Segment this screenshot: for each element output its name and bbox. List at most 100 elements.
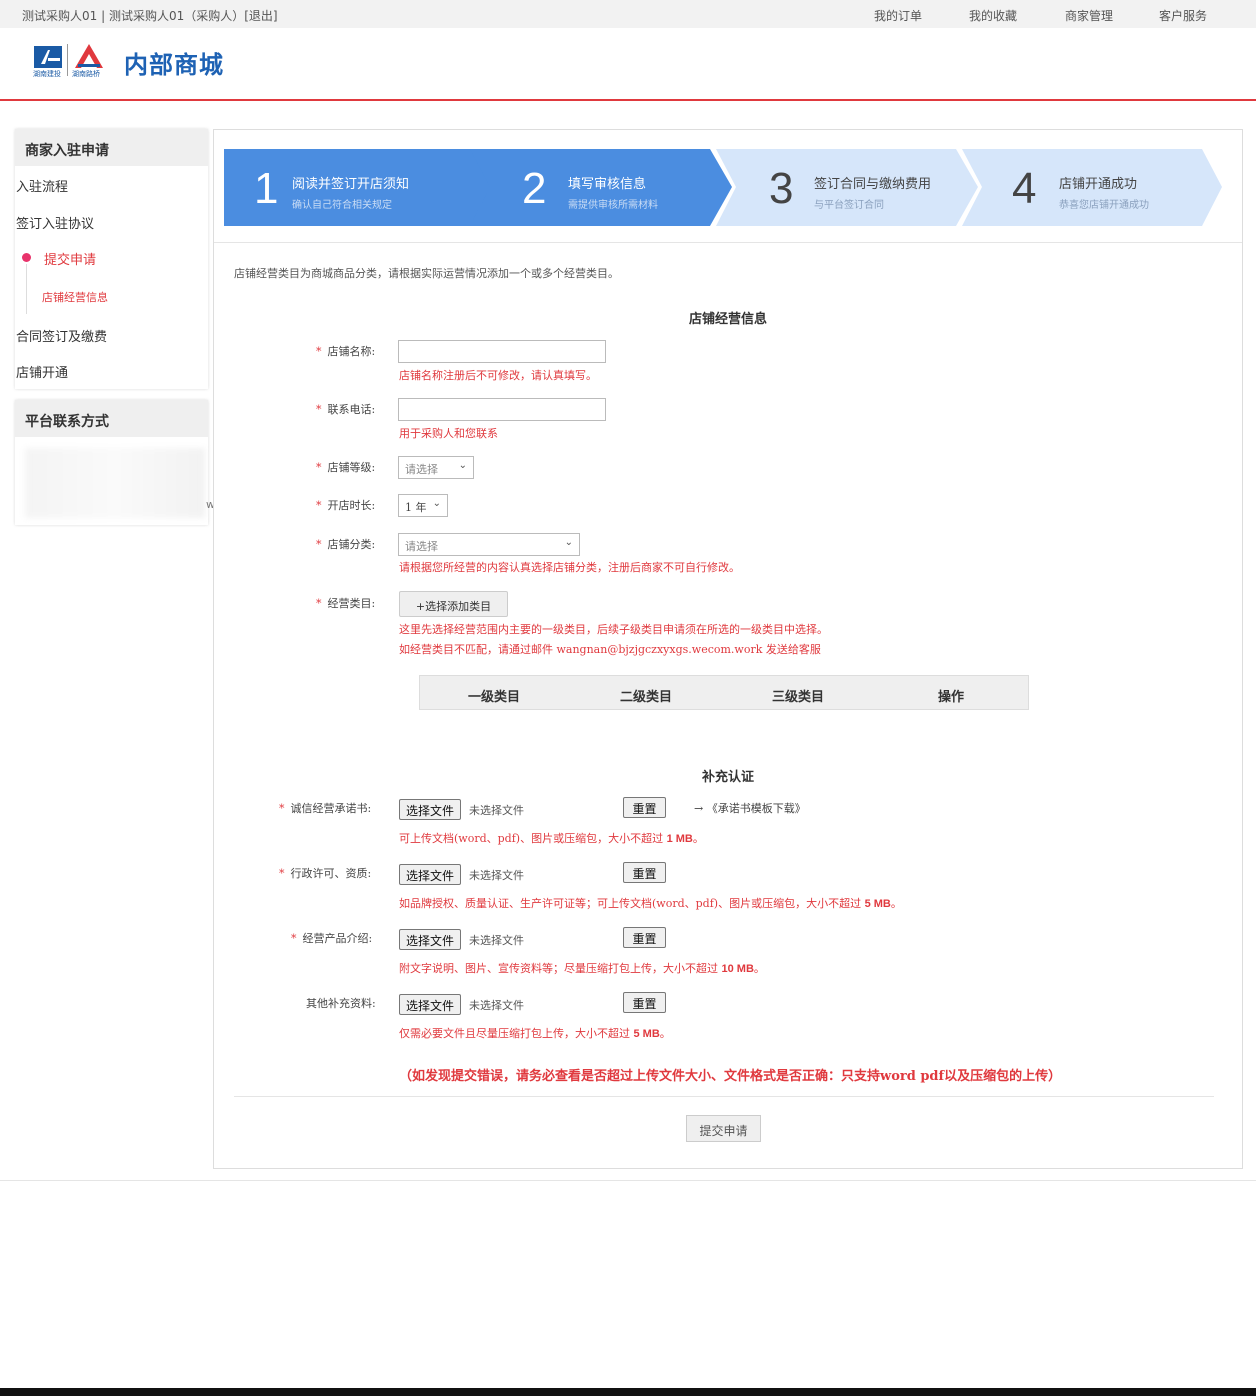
top-bar: 测试采购人01 | 测试采购人01（采购人）[退出] 我的订单 我的收藏 商家管… [0,0,1256,28]
step-4-title: 店铺开通成功 [1059,177,1138,192]
step-3-sub: 与平台签订合同 [814,200,884,211]
product-intro-label: * 经营产品介绍: [291,932,373,945]
form-divider [234,1096,1214,1097]
duration-label: * 开店时长: [316,499,376,512]
required-mark: * [316,403,322,416]
step-4-num: 4 [1012,164,1037,213]
product-intro-reset-button[interactable]: 重置 [623,927,666,948]
step-3-num: 3 [769,164,794,213]
biz-category-label: * 经营类目: [316,597,376,610]
shop-name-label: * 店铺名称: [316,345,376,358]
brand-title[interactable]: 内部商城 [124,45,224,80]
commitment-reset-button[interactable]: 重置 [623,797,666,818]
header: 湖南建投 湖南路桥 内部商城 [0,28,1256,101]
other-docs-no-file: 未选择文件 [469,999,524,1012]
menu-timeline [26,264,27,314]
chevron-down-icon: ⌄ [458,460,467,471]
category-table-header: 一级类目 二级类目 三级类目 操作 [419,675,1029,710]
biz-category-hint-1: 这里先选择经营范围内主要的一级类目，后续子级类目申请须在所选的一级类目中选择。 [399,623,828,636]
nav-merchant-manage[interactable]: 商家管理 [1065,7,1113,24]
step-3-title: 签订合同与缴纳费用 [814,177,932,192]
sidebar-apply-card: 商家入驻申请 入驻流程 签订入驻协议 提交申请 店铺经营信息 合同签订及缴费 店… [15,129,208,389]
menu-item-process[interactable]: 入驻流程 [16,176,68,195]
required-mark: * [279,802,285,815]
menu-subitem-shop-info[interactable]: 店铺经营信息 [42,289,108,305]
col-action: 操作 [938,690,965,705]
product-intro-choose-file-button[interactable]: 选择文件 [399,929,462,950]
other-docs-label: 其他补充资料: [306,997,376,1010]
category-label: * 店铺分类: [316,538,376,551]
product-intro-no-file: 未选择文件 [469,934,524,947]
shop-name-input[interactable] [398,340,606,363]
phone-hint: 用于采购人和您联系 [399,427,498,440]
user-info[interactable]: 测试采购人01 | 测试采购人01（采购人）[退出] [22,7,278,24]
license-choose-file-button[interactable]: 选择文件 [399,864,462,885]
required-mark: * [316,499,322,512]
chevron-down-icon: ⌄ [564,537,573,548]
other-docs-choose-file-button[interactable]: 选择文件 [399,994,462,1015]
required-mark: * [316,538,322,551]
product-intro-hint: 附文字说明、图片、宣传资料等；尽量压缩打包上传，大小不超过 10 MB。 [399,962,765,975]
required-mark: * [316,345,322,358]
required-mark: * [316,597,322,610]
col-level2: 二级类目 [620,690,673,705]
level-select[interactable]: 请选择 ⌄ [398,456,474,479]
menu-item-contract-payment[interactable]: 合同签订及缴费 [16,326,107,345]
logo-divider [67,44,68,76]
license-no-file: 未选择文件 [469,869,524,882]
menu-item-submit-application[interactable]: 提交申请 [44,249,96,268]
phone-input[interactable] [398,398,606,421]
step-2-num: 2 [522,164,547,213]
sidebar-contact-card: 平台联系方式 [15,400,208,525]
step-1-num: 1 [254,164,279,213]
shop-info-title: 店铺经营信息 [688,312,767,327]
phone-label: * 联系电话: [316,403,376,416]
add-category-button[interactable]: +选择添加类目 [399,591,508,617]
bottom-bar [0,1388,1256,1396]
required-mark: * [316,461,322,474]
step-2-sub: 需提供审核所需材料 [568,200,658,211]
sidebar-apply-title: 商家入驻申请 [15,129,208,166]
step-1-title: 阅读并签订开店须知 [292,177,410,192]
logo1-caption: 湖南建投 [33,70,61,78]
category-hint: 请根据您所经营的内容认真选择店铺分类，注册后商家不可自行修改。 [399,561,740,574]
biz-category-hint-2: 如经营类目不匹配，请通过邮件 wangnan@bjzjgczxyxgs.weco… [399,643,821,656]
step-2-title: 填写审核信息 [568,177,647,192]
menu-item-sign-agreement[interactable]: 签订入驻协议 [16,213,94,232]
required-mark: * [279,867,285,880]
step-1-sub: 确认自己符合相关规定 [292,200,392,211]
required-mark: * [291,932,297,945]
upload-warning: （如发现提交错误，请务必查看是否超过上传文件大小、文件格式是否正确：只支持wor… [399,1069,1062,1084]
commitment-hint: 可上传文档(word、pdf)、图片或压缩包，大小不超过 1 MB。 [399,832,704,845]
other-docs-reset-button[interactable]: 重置 [623,992,666,1013]
shop-name-hint: 店铺名称注册后不可修改，请认真填写。 [399,369,597,382]
contact-blurred-area [25,448,205,518]
menu-item-shop-open[interactable]: 店铺开通 [16,362,68,381]
other-docs-hint: 仅需必要文件且尽量压缩打包上传，大小不超过 5 MB。 [399,1027,671,1040]
level-label: * 店铺等级: [316,461,376,474]
col-level1: 一级类目 [468,690,521,705]
step-4-sub: 恭喜您店铺开通成功 [1059,200,1149,211]
license-hint: 如品牌授权、质量认证、生产许可证等；可上传文档(word、pdf)、图片或压缩包… [399,897,902,910]
license-label: * 行政许可、资质: [279,867,372,880]
chevron-down-icon: ⌄ [432,498,441,509]
submit-application-button[interactable]: 提交申请 [686,1115,761,1142]
commitment-choose-file-button[interactable]: 选择文件 [399,799,462,820]
commitment-no-file: 未选择文件 [469,804,524,817]
nav-my-orders[interactable]: 我的订单 [874,7,922,24]
nav-my-favorites[interactable]: 我的收藏 [969,7,1017,24]
commitment-label: * 诚信经营承诺书: [279,802,372,815]
sidebar-contact-title: 平台联系方式 [15,400,208,437]
active-step-dot [22,253,31,262]
steps-bar: 1 阅读并签订开店须知 确认自己符合相关规定 2 填写审核信息 需提供审核所需材… [214,130,1242,243]
template-download-link[interactable]: → 《承诺书模板下载》 [694,800,806,816]
intro-text: 店铺经营类目为商城商品分类，请根据实际运营情况添加一个或多个经营类目。 [234,267,619,280]
category-select[interactable]: 请选择 ⌄ [398,533,580,556]
duration-select[interactable]: 1 年 ⌄ [398,494,448,517]
license-reset-button[interactable]: 重置 [623,862,666,883]
col-level3: 三级类目 [772,690,825,705]
nav-customer-service[interactable]: 客户服务 [1159,7,1207,24]
supplement-title: 补充认证 [701,770,754,785]
logo2-caption: 湖南路桥 [72,70,100,78]
main-panel: 1 阅读并签订开店须知 确认自己符合相关规定 2 填写审核信息 需提供审核所需材… [213,129,1243,1169]
